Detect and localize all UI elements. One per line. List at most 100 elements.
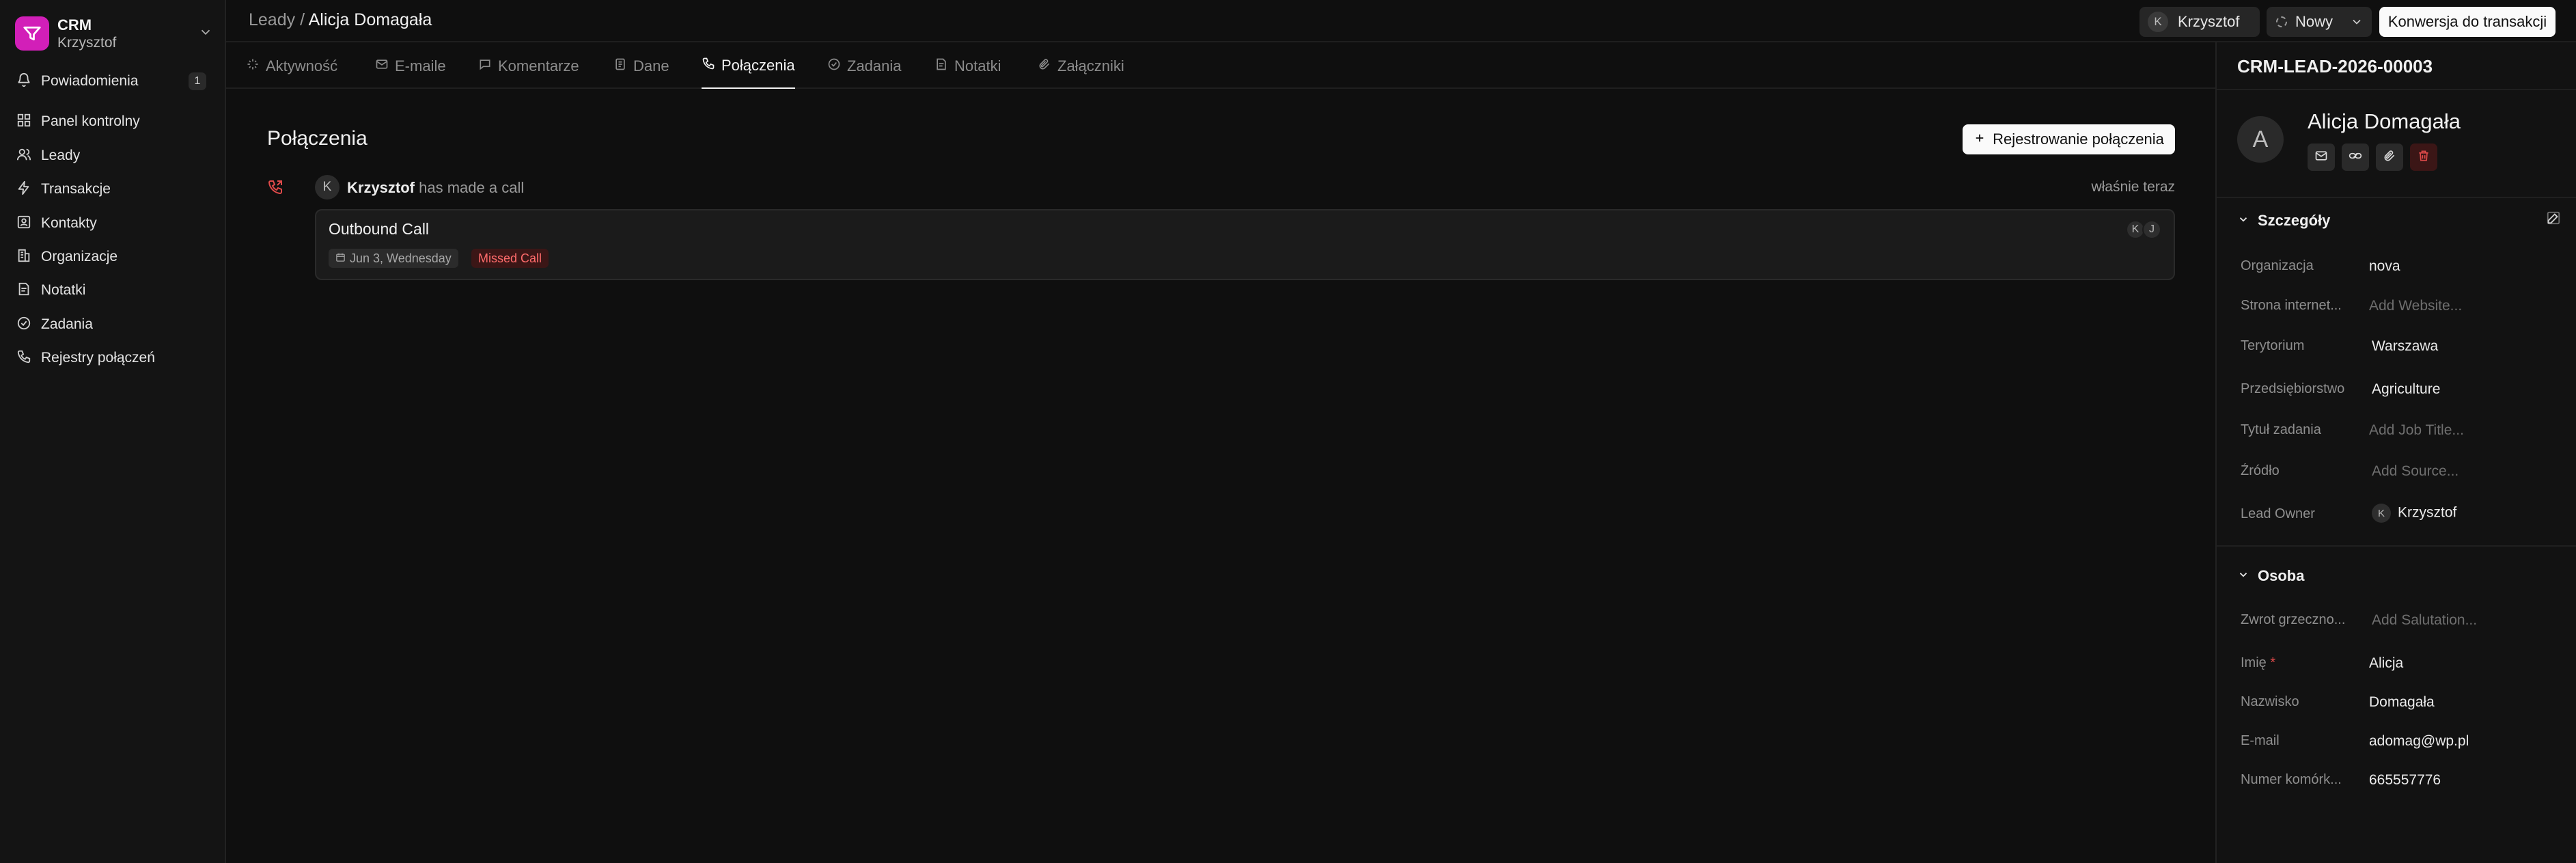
avatar: K: [2372, 504, 2391, 523]
tab-data[interactable]: Dane: [613, 44, 669, 89]
building-icon: [16, 248, 31, 266]
crm-logo-icon: [15, 16, 49, 51]
field-label: Strona internet...: [2241, 298, 2342, 313]
copy-link-button[interactable]: [2342, 143, 2369, 171]
document-icon: [613, 57, 633, 75]
tab-label: Zadania: [847, 57, 902, 74]
field-lead-owner[interactable]: Lead Owner K Krzysztof: [2241, 501, 2562, 528]
field-value: nova: [2369, 258, 2400, 274]
field-placeholder: Add Salutation...: [2372, 612, 2478, 628]
details-section-toggle[interactable]: Szczegóły: [2237, 210, 2330, 231]
paperclip-icon: [1038, 57, 1057, 75]
attach-file-button[interactable]: [2376, 143, 2403, 171]
sidebar-item-label: Zadania: [41, 316, 93, 332]
participant-avatars: K J: [2126, 220, 2161, 239]
edit-icon[interactable]: [2546, 210, 2561, 229]
lead-name: Alicja Domagała: [2308, 109, 2461, 133]
sidebar-item-call-logs[interactable]: Rejestry połączeń: [8, 343, 213, 373]
field-source[interactable]: Źródło Add Source...: [2241, 458, 2562, 485]
sidebar-item-label: Notatki: [41, 282, 86, 298]
divider: [2217, 197, 2576, 198]
tab-label: E-maile: [395, 57, 446, 74]
field-mobile[interactable]: Numer komórk... 665557776: [2241, 767, 2562, 794]
activity-action: has made a call: [419, 179, 525, 196]
field-label: Organizacja: [2241, 258, 2314, 273]
lightning-icon: [16, 180, 31, 199]
tab-attachments[interactable]: Załączniki: [1038, 44, 1124, 89]
tab-tasks[interactable]: Zadania: [827, 44, 902, 89]
field-website[interactable]: Strona internet... Add Website...: [2241, 292, 2562, 320]
assigned-user-button[interactable]: K Krzysztof: [2139, 7, 2260, 37]
tab-emails[interactable]: E-maile: [375, 44, 446, 89]
sidebar-item-dashboard[interactable]: Panel kontrolny: [8, 107, 213, 137]
breadcrumb-parent[interactable]: Leady: [249, 10, 295, 29]
activity-icon: [246, 57, 266, 75]
field-label: Lead Owner: [2241, 506, 2315, 521]
field-label: Tytuł zadania: [2241, 422, 2321, 437]
sidebar-item-contacts[interactable]: Kontakty: [8, 208, 213, 238]
call-date-badge: Jun 3, Wednesday: [329, 249, 458, 268]
delete-lead-button[interactable]: [2410, 143, 2437, 171]
field-value: Krzysztof: [2398, 504, 2457, 521]
required-mark: *: [2270, 655, 2276, 670]
tab-notes[interactable]: Notatki: [934, 44, 1001, 89]
convert-to-deal-button[interactable]: Konwersja do transakcji: [2379, 7, 2556, 37]
call-card[interactable]: Outbound Call Jun 3, Wednesday Missed Ca…: [315, 209, 2175, 280]
sidebar-item-notes[interactable]: Notatki: [8, 275, 213, 305]
sidebar-item-label: Transakcje: [41, 181, 111, 197]
avatar: K: [315, 175, 340, 200]
tab-label: Dane: [633, 57, 669, 74]
calls-title: Połączenia: [267, 127, 368, 150]
plus-icon: [1973, 131, 1993, 148]
field-first-name[interactable]: Imię * Alicja: [2241, 650, 2562, 677]
tab-label: Załączniki: [1057, 57, 1124, 74]
activity-time: właśnie teraz: [2091, 179, 2175, 195]
sidebar-item-label: Organizacje: [41, 249, 118, 264]
lead-avatar[interactable]: A: [2237, 116, 2284, 163]
field-last-name[interactable]: Nazwisko Domagała: [2241, 689, 2562, 716]
chevron-down-icon: [198, 25, 213, 43]
main-area: Leady / Alicja Domagała Aktywność E-mail…: [226, 0, 2576, 863]
tab-calls[interactable]: Połączenia: [702, 44, 795, 89]
field-label: Numer komórk...: [2241, 772, 2342, 787]
outgoing-call-icon: [267, 179, 283, 199]
activity-text: Krzysztof has made a call: [347, 179, 524, 197]
paperclip-icon: [2383, 149, 2396, 166]
sidebar-item-label: Powiadomienia: [41, 73, 139, 89]
app-switcher[interactable]: CRM Krzysztof: [15, 15, 213, 52]
person-section-toggle[interactable]: Osoba: [2237, 566, 2304, 586]
field-label: Zwrot grzeczno...: [2241, 612, 2346, 627]
field-label: Imię: [2241, 655, 2267, 670]
log-call-button[interactable]: Rejestrowanie połączenia: [1963, 124, 2175, 154]
check-circle-icon: [827, 57, 847, 75]
sidebar-item-deals[interactable]: Transakcje: [8, 174, 213, 204]
status-dropdown[interactable]: Nowy: [2267, 7, 2372, 37]
field-label: Przedsiębiorstwo: [2241, 381, 2345, 396]
status-dot-icon: [2276, 16, 2287, 27]
tab-bar: Aktywność E-maile Komentarze Dane Połącz…: [226, 44, 2215, 89]
sidebar-item-notifications[interactable]: Powiadomienia 1: [8, 66, 213, 96]
tab-comments[interactable]: Komentarze: [478, 44, 579, 89]
send-email-button[interactable]: [2308, 143, 2335, 171]
notification-count-badge: 1: [189, 72, 206, 90]
divider: [2217, 89, 2576, 90]
sidebar-item-label: Rejestry połączeń: [41, 350, 155, 366]
field-job-title[interactable]: Tytuł zadania Add Job Title...: [2241, 417, 2562, 444]
breadcrumb-separator: /: [295, 10, 309, 29]
field-value: adomag@wp.pl: [2369, 733, 2469, 749]
assigned-user-name: Krzysztof: [2178, 13, 2240, 30]
sidebar-item-leads[interactable]: Leady: [8, 141, 213, 171]
sidebar-item-tasks[interactable]: Zadania: [8, 310, 213, 340]
avatar: J: [2142, 220, 2161, 239]
sidebar-item-organizations[interactable]: Organizacje: [8, 242, 213, 272]
mail-icon: [2314, 149, 2328, 166]
field-territory[interactable]: Terytorium Warszawa: [2241, 333, 2562, 360]
field-organization[interactable]: Organizacja nova: [2241, 253, 2562, 280]
field-email[interactable]: E-mail adomag@wp.pl: [2241, 728, 2562, 755]
tab-activity[interactable]: Aktywność: [246, 44, 337, 89]
field-value: Alicja: [2369, 655, 2404, 671]
field-industry[interactable]: Przedsiębiorstwo Agriculture: [2241, 376, 2562, 403]
avatar: K: [2148, 12, 2168, 32]
field-salutation[interactable]: Zwrot grzeczno... Add Salutation...: [2241, 607, 2562, 634]
calendar-icon: [335, 251, 350, 266]
